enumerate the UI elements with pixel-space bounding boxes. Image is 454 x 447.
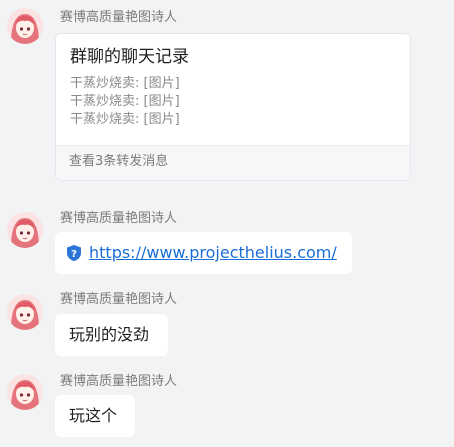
forward-card-footer[interactable]: 查看3条转发消息 (56, 145, 410, 180)
view-forwarded-messages-link[interactable]: 查看3条转发消息 (69, 154, 168, 170)
shield-question-icon: ? (67, 245, 81, 261)
message-text-content: 玩别的没劲 (69, 325, 150, 344)
sender-name: 赛博高质量艳图诗人 (60, 10, 178, 25)
forward-preview-line: 干蒸炒烧卖: [图片] (70, 94, 180, 109)
sender-avatar[interactable] (7, 374, 43, 410)
forward-record-card[interactable]: 群聊的聊天记录 干蒸炒烧卖: [图片] 干蒸炒烧卖: [图片] 干蒸炒烧卖: [… (55, 33, 411, 181)
text-message-bubble[interactable]: 玩这个 (55, 395, 135, 437)
anime-girl-avatar-icon (7, 294, 43, 330)
message-text-content: 玩这个 (69, 406, 118, 425)
forward-preview-line: 干蒸炒烧卖: [图片] (70, 112, 180, 127)
link-message-bubble[interactable]: ? https://www.projecthelius.com/ (55, 232, 352, 274)
chat-message-list[interactable]: 赛博高质量艳图诗人 群聊的聊天记录 干蒸炒烧卖: [图片] 干蒸炒烧卖: [图片… (0, 0, 454, 447)
forward-card-preview: 干蒸炒烧卖: [图片] 干蒸炒烧卖: [图片] 干蒸炒烧卖: [图片] (70, 75, 180, 129)
sender-name: 赛博高质量艳图诗人 (60, 292, 178, 307)
sender-name: 赛博高质量艳图诗人 (60, 211, 178, 226)
svg-text:?: ? (71, 249, 77, 260)
sender-name: 赛博高质量艳图诗人 (60, 374, 178, 389)
text-message-bubble[interactable]: 玩别的没劲 (55, 314, 168, 356)
forward-card-title: 群聊的聊天记录 (70, 47, 189, 67)
forward-preview-line: 干蒸炒烧卖: [图片] (70, 76, 180, 91)
sender-avatar[interactable] (7, 212, 43, 248)
anime-girl-avatar-icon (7, 8, 43, 44)
message-link-url[interactable]: https://www.projecthelius.com/ (89, 243, 337, 263)
sender-avatar[interactable] (7, 8, 43, 44)
anime-girl-avatar-icon (7, 212, 43, 248)
anime-girl-avatar-icon (7, 374, 43, 410)
sender-avatar[interactable] (7, 294, 43, 330)
